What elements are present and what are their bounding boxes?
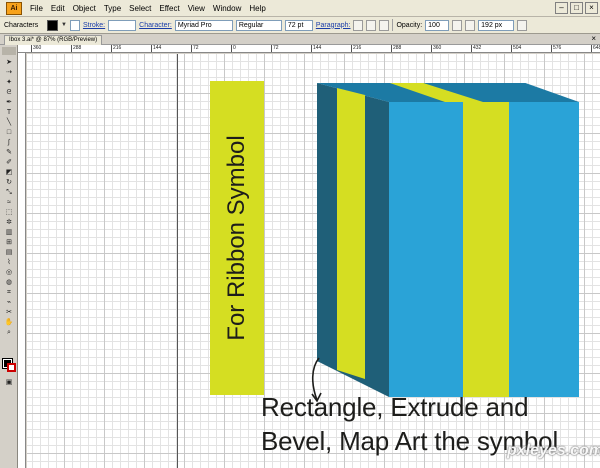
- ruler-number: 504: [513, 45, 522, 51]
- menu-effect[interactable]: Effect: [155, 0, 183, 17]
- panel-menu-button[interactable]: [517, 19, 528, 31]
- ruler-number: 576: [553, 45, 562, 51]
- menu-bar: Ai File Edit Object Type Select Effect V…: [0, 0, 600, 17]
- tools-grip[interactable]: [2, 47, 16, 55]
- ribbon-label: For Ribbon Symbol: [223, 135, 250, 341]
- watermark: pxleyes.com: [507, 442, 600, 459]
- symbol-sprayer-tool-icon[interactable]: ✲: [4, 219, 14, 227]
- menu-window[interactable]: Window: [209, 0, 245, 17]
- menu-file[interactable]: File: [26, 0, 47, 17]
- front-stripe: [463, 102, 509, 397]
- ruler-number: 0: [233, 45, 236, 51]
- pen-tool-icon[interactable]: ✒: [4, 99, 14, 107]
- scissors-tool-icon[interactable]: ✂: [4, 309, 14, 317]
- blend-tool-icon[interactable]: ◎: [4, 269, 14, 277]
- window-controls: – □ ×: [555, 2, 598, 14]
- eraser-tool-icon[interactable]: ◩: [4, 169, 14, 177]
- close-document-icon[interactable]: ×: [591, 34, 596, 44]
- slice-tool-icon[interactable]: ⌁: [4, 299, 14, 307]
- font-style-select[interactable]: Regular: [235, 19, 282, 31]
- ruler-number: 648: [593, 45, 600, 51]
- mesh-tool-icon[interactable]: ⊞: [4, 239, 14, 247]
- ruler-number: 72: [273, 45, 279, 51]
- ruler-number: 144: [313, 45, 322, 51]
- menu-type[interactable]: Type: [100, 0, 125, 17]
- stroke-color-swatch[interactable]: [7, 363, 16, 372]
- align-center-button[interactable]: [366, 19, 377, 31]
- control-bar: Characters ▼ Stroke: Character: Myriad P…: [0, 17, 600, 34]
- zoom-tool-icon[interactable]: ⌕: [4, 329, 14, 337]
- app-logo-icon: Ai: [6, 1, 22, 15]
- horizontal-ruler[interactable]: 360 288 216 144 72 0 72 144 216 288 360 432 504 576 64…: [18, 45, 600, 53]
- artboard-canvas[interactable]: For Ribbon Symbol Rectangle, Extrude and…: [27, 54, 600, 468]
- graph-tool-icon[interactable]: ▥: [4, 229, 14, 237]
- ruler-number: 288: [393, 45, 402, 51]
- x-position-field[interactable]: 192 px: [478, 19, 515, 31]
- blob-brush-tool-icon[interactable]: ✐: [4, 159, 14, 167]
- align-panel-button[interactable]: [465, 19, 476, 31]
- ruler-number: 360: [433, 45, 442, 51]
- document-tab[interactable]: Ibox 3.ai* @ 87% (RGB/Preview): [4, 35, 103, 45]
- fill-dropdown-icon[interactable]: ▼: [61, 22, 67, 28]
- fill-field[interactable]: [69, 19, 80, 31]
- maximize-button[interactable]: □: [570, 2, 583, 14]
- menu-object[interactable]: Object: [69, 0, 100, 17]
- menu-view[interactable]: View: [184, 0, 209, 17]
- gradient-tool-icon[interactable]: ▤: [4, 249, 14, 257]
- crop-area-tool-icon[interactable]: ⌗: [4, 289, 14, 297]
- type-tool-icon[interactable]: T: [4, 109, 14, 117]
- minimize-button[interactable]: –: [555, 2, 568, 14]
- ruler-number: 360: [33, 45, 42, 51]
- align-right-button[interactable]: [379, 19, 390, 31]
- warp-tool-icon[interactable]: ≈: [4, 199, 14, 207]
- align-left-button[interactable]: [353, 19, 364, 31]
- font-size-field[interactable]: 72 pt: [284, 19, 313, 31]
- tools-panel: ➤ ⇢ ✦ ᘓ ✒ T ╲ □ ∫ ✎ ✐ ◩ ↻ ⤡ ≈ ⬚ ✲ ▥ ⊞ ▤ …: [0, 45, 18, 468]
- separator: [392, 19, 394, 31]
- ruler-number: 216: [113, 45, 122, 51]
- close-button[interactable]: ×: [585, 2, 598, 14]
- fill-swatch[interactable]: [47, 19, 58, 31]
- font-family-select[interactable]: Myriad Pro: [174, 19, 233, 31]
- selection-tool-icon[interactable]: ➤: [4, 59, 14, 67]
- scale-tool-icon[interactable]: ⤡: [4, 189, 14, 197]
- magic-wand-tool-icon[interactable]: ✦: [4, 79, 14, 87]
- opacity-label: Opacity:: [396, 21, 423, 29]
- stroke-link[interactable]: Stroke:: [83, 22, 105, 29]
- hand-tool-icon[interactable]: ✋: [4, 319, 14, 327]
- document-tab-bar: Ibox 3.ai* @ 87% (RGB/Preview) ×: [0, 34, 600, 45]
- artboard-edge: [177, 54, 178, 468]
- menu-help[interactable]: Help: [245, 0, 269, 17]
- live-paint-tool-icon[interactable]: ◍: [4, 279, 14, 287]
- line-tool-icon[interactable]: ╲: [4, 119, 14, 127]
- caption-line-1: Rectangle, Extrude and: [261, 392, 529, 422]
- transform-button[interactable]: [452, 19, 463, 31]
- free-transform-tool-icon[interactable]: ⬚: [4, 209, 14, 217]
- ruler-number: 72: [193, 45, 199, 51]
- character-link[interactable]: Character:: [139, 22, 172, 29]
- menu-select[interactable]: Select: [125, 0, 155, 17]
- ruler-number: 288: [73, 45, 82, 51]
- eyedropper-tool-icon[interactable]: ⌇: [4, 259, 14, 267]
- rectangle-tool-icon[interactable]: □: [4, 129, 14, 137]
- opacity-field[interactable]: 100: [425, 19, 450, 31]
- lasso-tool-icon[interactable]: ᘓ: [4, 89, 14, 97]
- screen-mode-icon[interactable]: ▣: [4, 379, 14, 387]
- panel-label: Characters: [4, 21, 39, 29]
- ruler-number: 216: [353, 45, 362, 51]
- side-stripe-left: [337, 88, 365, 379]
- direct-selection-tool-icon[interactable]: ⇢: [4, 69, 14, 77]
- paragraph-link[interactable]: Paragraph:: [316, 22, 351, 29]
- stroke-weight-field[interactable]: [108, 19, 137, 31]
- paintbrush-tool-icon[interactable]: ∫: [4, 139, 14, 147]
- ribbon-strip[interactable]: For Ribbon Symbol: [210, 81, 264, 395]
- extruded-box[interactable]: [317, 83, 581, 397]
- menu-edit[interactable]: Edit: [47, 0, 69, 17]
- pencil-tool-icon[interactable]: ✎: [4, 149, 14, 157]
- rotate-tool-icon[interactable]: ↻: [4, 179, 14, 187]
- ruler-number: 432: [473, 45, 482, 51]
- ruler-number: 144: [153, 45, 162, 51]
- vertical-ruler[interactable]: [18, 53, 26, 468]
